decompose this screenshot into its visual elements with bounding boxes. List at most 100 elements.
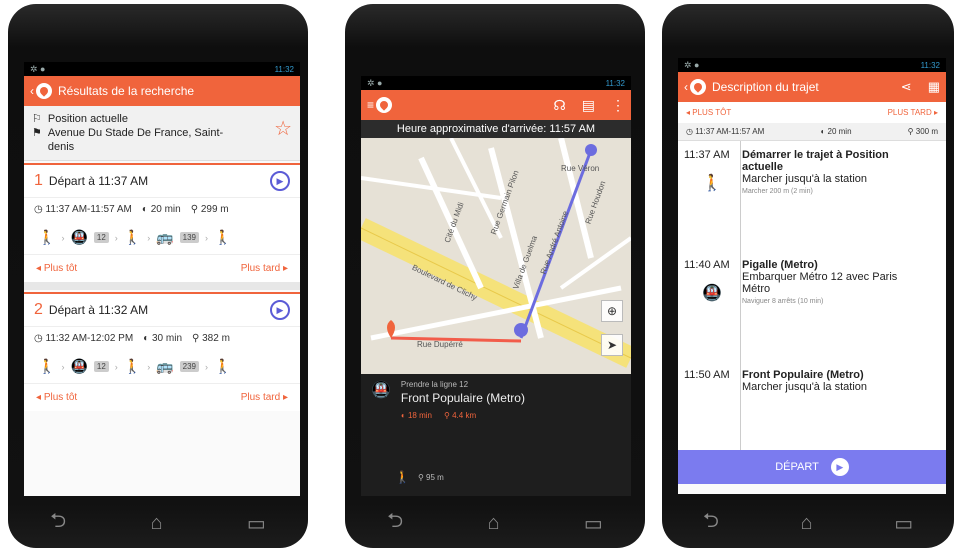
bus-line-badge: 139 [179,232,200,243]
step-desc: Marcher jusqu'à la station [742,381,867,393]
depart-button[interactable]: DÉPART ▶ [678,450,946,484]
metro-icon: 🚇 [70,358,88,374]
menu-icon[interactable]: ≡ [367,98,374,112]
chat-icon[interactable]: ☊ [553,97,565,114]
street-label: Rue Dupérré [417,340,463,349]
step-title: Front Populaire (Metro) [742,369,864,381]
step-time: 11:37 AM [684,149,730,161]
divider [24,282,300,290]
duration-icon: ◐ 20 min [820,127,852,136]
flag-icon: ⚐ [32,113,42,125]
walk-icon: 🚶 [395,470,410,484]
search-summary[interactable]: ⚐ Position actuelle ⚑ Avenue Du Stade De F… [24,106,300,161]
itinerary-step[interactable]: 11:40 AM 🚇 Pigalle (Metro) Embarquer Métr… [678,251,946,361]
back-nav-icon[interactable]: ⮌ [387,506,403,540]
back-icon[interactable]: ‹ [684,80,688,94]
overflow-menu-icon[interactable]: ⋮ [611,97,625,114]
go-button[interactable]: ▶ [270,300,290,320]
app-logo-icon[interactable] [690,79,706,95]
later-link[interactable]: Plus tard ▸ [241,392,288,403]
favorite-star-icon[interactable]: ☆ [274,116,292,141]
route-distance: 382 m [202,333,230,344]
later-link[interactable]: Plus tard ▸ [241,263,288,274]
duration-icon: ◐ 20 min [141,204,181,215]
map-view[interactable]: Boulevard de Clichy Rue Dupérré Rue Germ… [361,138,631,374]
eta-banner: Heure approximative d'arrivée: 11:57 AM [361,120,631,138]
walk-icon: 🚶 [38,358,56,374]
earlier-link[interactable]: ◂ Plus tôt [36,392,77,403]
recents-nav-icon[interactable]: ▭ [584,511,603,536]
trip-summary: ◷ 11:37 AM-11:57 AM ◐ 20 min ⚲ 300 m [678,123,946,141]
share-icon[interactable]: ⋖ [901,79,912,95]
screen-2: ✲ ● 11:32 ≡ ☊ ▤ ⋮ Heure approximative d'… [361,76,631,496]
step-time: ◐ 18 min [400,411,432,420]
locate-button[interactable]: ⊕ [601,300,623,322]
route-number: 2 [34,301,43,318]
walk-icon: 🚶 [123,358,142,374]
recents-nav-icon[interactable]: ▭ [247,511,266,536]
home-nav-icon[interactable]: ⌂ [801,512,813,535]
walk-distance-icon: ⚲ 299 m [190,204,229,215]
home-nav-icon[interactable]: ⌂ [488,512,500,535]
route-times: 11:37 AM-11:57 AM [45,204,132,215]
status-bar: ✲ ● 11:32 [678,58,946,72]
screen-1: ✲ ● 11:32 ‹ Résultats de la recherche ⚐ P… [24,62,300,496]
walk-icon: 🚶 [123,229,142,245]
transport-modes: 🚶 › 🚇 12 › 🚶 › 🚌 139 › 🚶 [38,229,232,245]
step-time: 11:40 AM [684,259,730,271]
status-time: 11:32 [920,60,940,70]
notification-icons: ✲ ● [367,77,383,88]
later-link[interactable]: PLUS TARD ▸ [888,108,938,117]
nav-bar: ⮌ ⌂ ▭ [8,498,308,548]
trip-times: 11:37 AM-11:57 AM [695,127,765,136]
back-icon[interactable]: ‹ [30,84,34,98]
earlier-label: Plus tôt [43,263,78,274]
screen-3: ✲ ● 11:32 ‹ Description du trajet ⋖ ▦ ◂ … [678,58,946,494]
map-roads [361,138,631,374]
origin-text: Position actuelle [47,113,128,125]
list-icon[interactable]: ▤ [582,97,595,114]
route-card-1[interactable]: 1 Départ à 11:37 AM ▶ ◷ 11:37 AM-11:57 AM… [24,163,300,282]
metro-line-badge: 12 [93,232,109,243]
page-title: Description du trajet [712,80,819,94]
destination-text: Avenue Du Stade De France, Saint-denis [47,127,224,153]
back-nav-icon[interactable]: ⮌ [50,506,66,540]
walk-distance-icon: ⚲ 300 m [907,127,938,136]
recents-nav-icon[interactable]: ▭ [894,511,913,536]
nav-bar: ⮌ ⌂ ▭ [662,498,954,548]
bus-icon: 🚌 [156,229,174,245]
step-desc: Embarquer Métro 12 avec Paris Métro [742,271,898,295]
status-bar: ✲ ● 11:32 [24,62,300,76]
walk-icon: 🚶 [702,175,722,192]
home-nav-icon[interactable]: ⌂ [151,512,163,535]
step-panel[interactable]: 🚇 Prendre la ligne 12 Front Populaire (M… [361,374,631,496]
app-logo-icon[interactable] [376,97,393,113]
status-bar: ✲ ● 11:32 [361,76,631,90]
step-time-value: 18 min [407,411,432,420]
bus-icon: 🚌 [156,358,174,374]
walk-step: 🚶 ⚲ 95 m [395,470,444,484]
route-card-2[interactable]: 2 Départ à 11:32 AM ▶ ◷ 11:32 AM-12:02 PM… [24,292,300,411]
earlier-link[interactable]: ◂ Plus tôt [36,263,77,274]
go-button[interactable]: ▶ [270,171,290,191]
app-logo-icon[interactable] [36,83,52,99]
walk-icon: 🚶 [214,358,232,374]
route-duration: 20 min [150,204,181,215]
navigate-button[interactable]: ➤ [601,334,623,356]
earlier-link[interactable]: ◂ PLUS TÔT [686,108,731,117]
step-title: Front Populaire (Metro) [400,391,525,405]
itinerary-step[interactable]: 11:37 AM 🚶 Démarrer le trajet à Position … [678,141,946,251]
destination-flag-icon: ⚑ [32,127,42,139]
back-nav-icon[interactable]: ⮌ [703,506,719,540]
trip-duration: 20 min [827,127,852,136]
trip-distance: 300 m [915,127,938,136]
nav-bar: ⮌ ⌂ ▭ [345,498,645,548]
step-desc: Marcher jusqu'à la station [742,173,867,185]
map-icon[interactable]: ▦ [928,79,940,95]
walk-distance-value: 95 m [426,472,444,482]
step-distance-value: 4.4 km [452,411,477,420]
step-title: Démarrer le trajet à Position actuelle [742,149,889,173]
metro-line-badge: 12 [93,361,109,372]
step-sub: Naviguer 8 arrêts (10 min) [742,298,824,305]
status-time: 11:32 [274,64,294,74]
